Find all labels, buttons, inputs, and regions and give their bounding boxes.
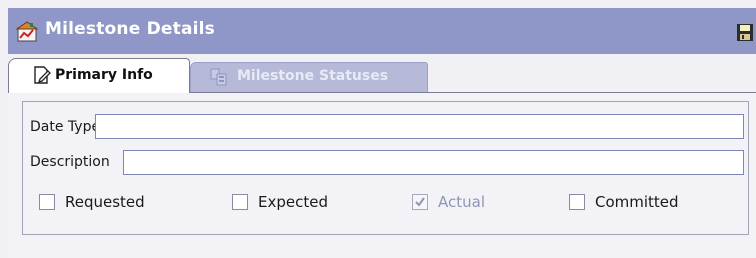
- tab-milestone-statuses-label: Milestone Statuses: [237, 68, 389, 84]
- date-type-label: Date Type: [30, 119, 101, 135]
- actual-checkbox-box: [412, 194, 428, 210]
- date-type-field[interactable]: [95, 114, 744, 139]
- tab-milestone-statuses[interactable]: Milestone Statuses: [190, 62, 428, 92]
- tab-primary-info[interactable]: Primary Info: [8, 58, 190, 93]
- committed-label: Committed: [595, 193, 679, 211]
- edit-document-icon: [34, 66, 51, 84]
- title-bar: Milestone Details: [8, 8, 756, 54]
- requested-label: Requested: [65, 193, 145, 211]
- checkmark-icon: [415, 197, 425, 207]
- form-group: Date Type Description: [22, 101, 749, 235]
- tab-primary-info-label: Primary Info: [55, 67, 153, 83]
- expected-checkbox-box[interactable]: [232, 194, 248, 210]
- requested-checkbox-box[interactable]: [39, 194, 55, 210]
- committed-checkbox-box[interactable]: [569, 194, 585, 210]
- page-title: Milestone Details: [45, 19, 215, 39]
- save-disk-icon[interactable]: [736, 22, 754, 42]
- milestone-chart-icon: [16, 21, 38, 42]
- actual-label: Actual: [438, 193, 485, 211]
- description-label: Description: [30, 154, 110, 170]
- statuses-icon: [210, 68, 227, 86]
- description-field[interactable]: [123, 150, 744, 175]
- expected-label: Expected: [258, 193, 328, 211]
